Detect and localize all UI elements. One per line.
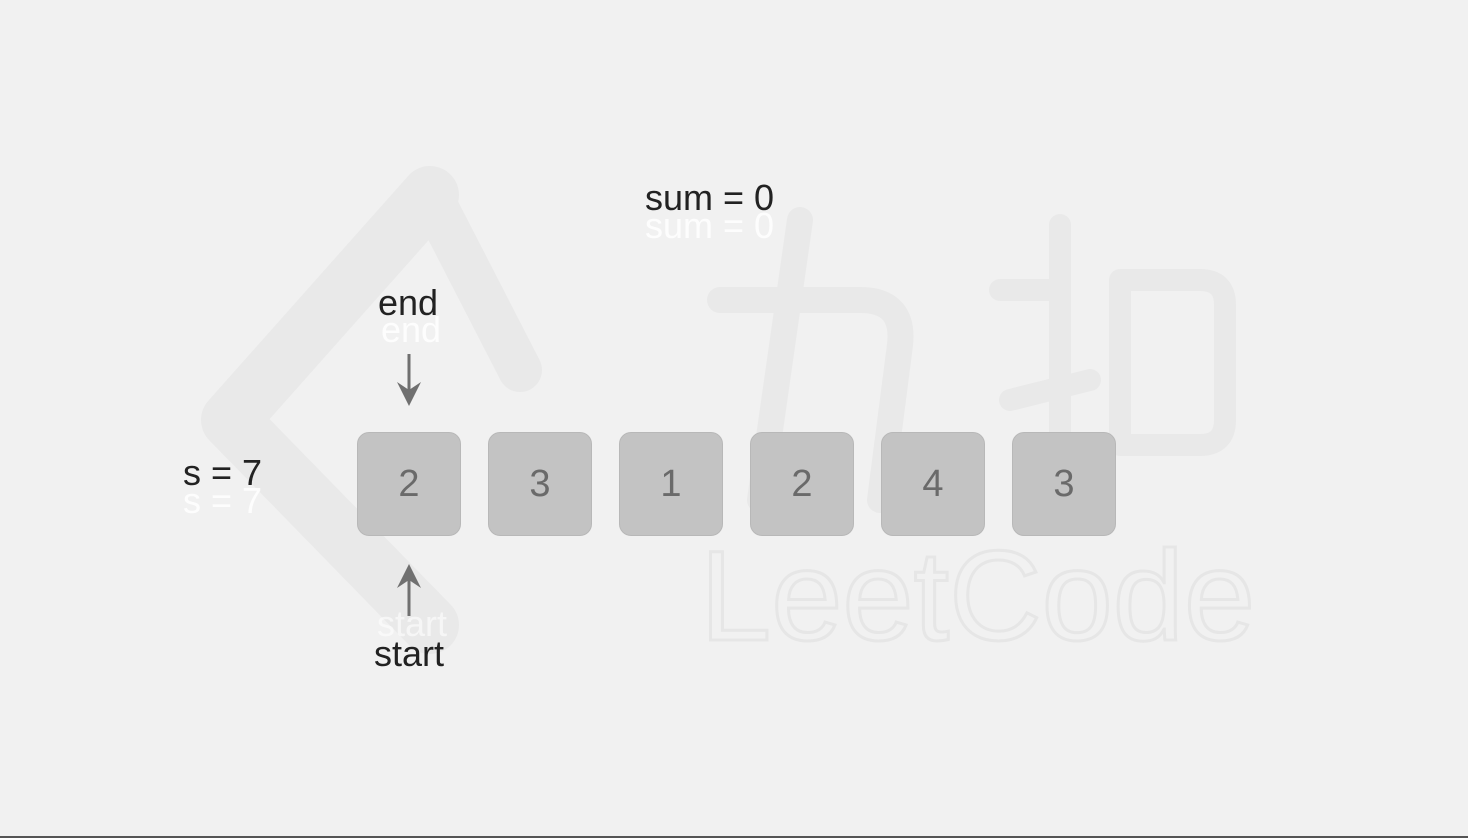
end-arrow-icon: [397, 354, 421, 406]
array-cell: 2: [750, 432, 854, 536]
array-cell: 2: [357, 432, 461, 536]
array-cells: 2 3 1 2 4 3: [357, 432, 1116, 536]
array-cell: 3: [488, 432, 592, 536]
array-cell: 3: [1012, 432, 1116, 536]
leetcode-watermark: LeetCode: [201, 166, 1257, 670]
array-cell: 4: [881, 432, 985, 536]
end-pointer-label-ghost: end: [381, 309, 442, 350]
watermark-brand-text: LeetCode: [700, 525, 1255, 668]
start-pointer-label: start: [374, 633, 445, 674]
leetcode-logo-mark: [201, 166, 459, 654]
array-cell: 1: [619, 432, 723, 536]
target-sum-label-ghost: s = 7: [183, 480, 263, 521]
sum-label-ghost: sum = 0: [645, 205, 775, 246]
